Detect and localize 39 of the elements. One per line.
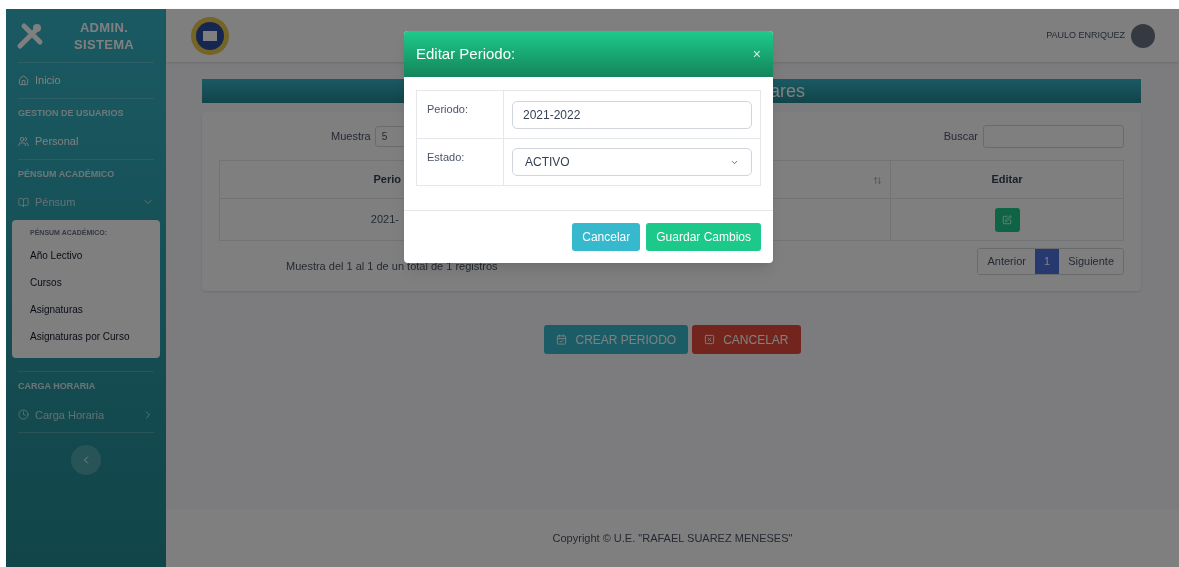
field-label: Estado:: [417, 139, 504, 185]
column-header[interactable]: Perio: [219, 160, 406, 199]
field-label: Periodo:: [417, 91, 504, 138]
edit-button[interactable]: [994, 207, 1020, 232]
status-select[interactable]: ACTIVO: [512, 148, 752, 176]
user-name[interactable]: PAULO ENRIQUEZ: [1046, 28, 1125, 43]
nav-icon: [18, 409, 29, 421]
nav-link[interactable]: Inicio: [6, 63, 166, 98]
nav-icon: [18, 196, 29, 208]
section-heading: GESTION DE USUARIOS: [17, 106, 125, 120]
nav-icon: [18, 135, 29, 147]
edit-icon: [1002, 214, 1012, 225]
section-heading: PÉNSUM ACADÉMICO: [17, 167, 116, 181]
cancel-button[interactable]: Cancelar: [572, 223, 641, 251]
period-field[interactable]: 2021-2022: [512, 100, 752, 129]
submenu-item[interactable]: Asignaturas por Curso: [12, 323, 160, 350]
calendar-icon: [556, 334, 568, 345]
avatar[interactable]: [1131, 23, 1155, 48]
column-header[interactable]: Editar: [890, 160, 1124, 199]
sort-icon: [873, 175, 882, 185]
search-label: Buscar: [943, 128, 978, 144]
submenu-item[interactable]: Año Lectivo: [12, 242, 160, 269]
submenu-item[interactable]: Asignaturas: [12, 296, 160, 323]
submenu-item[interactable]: Cursos: [12, 269, 160, 296]
nav-icon: [18, 74, 29, 86]
page-button[interactable]: 1: [1035, 249, 1060, 274]
page-length-label: Muestra: [331, 128, 371, 144]
section-heading: CARGA HORARIA: [17, 380, 97, 393]
close-button[interactable]: ×: [752, 43, 761, 65]
nav-link[interactable]: Personal: [6, 124, 166, 159]
brand-title: ADMIN. SISTEMA: [72, 18, 136, 53]
tools-icon: [16, 21, 44, 50]
school-logo-icon: [190, 15, 230, 56]
save-button[interactable]: Guardar Cambios: [646, 223, 761, 251]
close-icon: [704, 334, 716, 345]
action-button[interactable]: CREAR PERIODO: [544, 325, 689, 354]
action-button[interactable]: CANCELAR: [692, 325, 801, 354]
modal-title: Editar Periodo:: [416, 43, 516, 64]
nav-menu[interactable]: Carga Horaria: [6, 397, 166, 432]
